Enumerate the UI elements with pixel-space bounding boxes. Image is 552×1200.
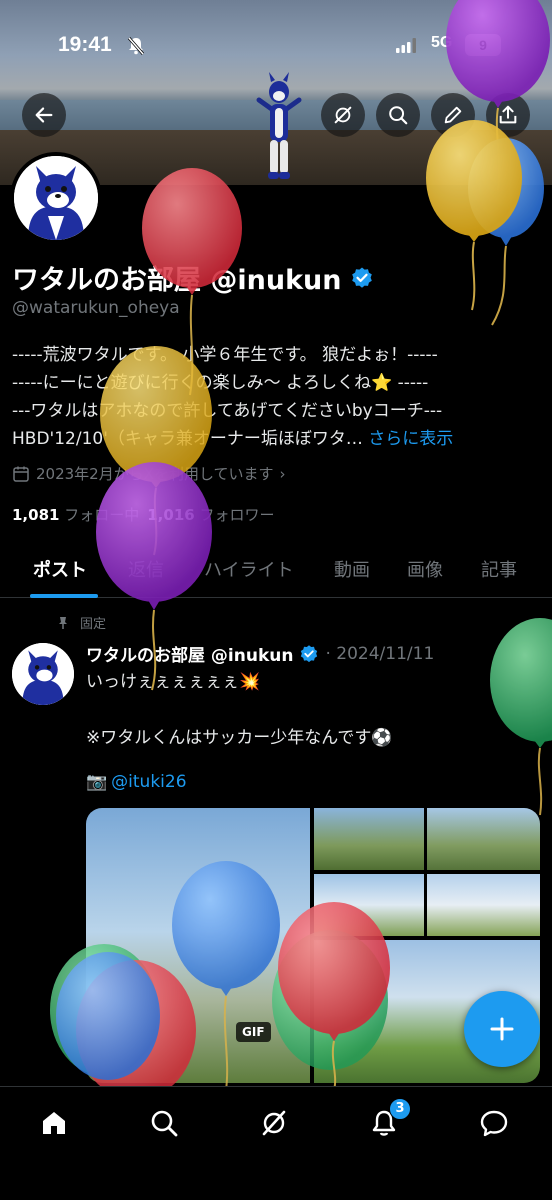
nav-explore[interactable] bbox=[144, 1103, 184, 1143]
post-author-name[interactable]: ワタルのお部屋 @inukun bbox=[86, 641, 293, 666]
grok-icon bbox=[334, 106, 352, 124]
share-icon bbox=[499, 105, 517, 124]
chevron-right-icon[interactable]: › bbox=[280, 465, 286, 483]
following-label: フォロー中 bbox=[64, 506, 140, 524]
followers-link[interactable]: 1,016 フォロワー bbox=[147, 504, 274, 525]
network-type: 5G bbox=[431, 34, 453, 51]
post-verified-icon bbox=[301, 644, 318, 662]
following-count: 1,081 bbox=[12, 506, 60, 524]
joined-date: 2023年2月からXを利用しています › bbox=[12, 463, 286, 484]
profile-handle: @watarukun_oheya bbox=[12, 298, 180, 318]
following-link[interactable]: 1,081 フォロー中 bbox=[12, 504, 139, 525]
calendar-icon bbox=[13, 466, 29, 482]
tab-articles[interactable]: 記事 bbox=[481, 556, 517, 582]
pinned-label: 固定 bbox=[56, 613, 106, 632]
edit-icon bbox=[444, 106, 462, 124]
post-header: ワタルのお部屋 @inukun · 2024/11/11 bbox=[86, 641, 434, 667]
tab-replies[interactable]: 返信 bbox=[128, 556, 164, 582]
back-arrow-icon bbox=[35, 107, 53, 123]
profile-avatar[interactable] bbox=[10, 152, 102, 244]
battery-indicator: 9 bbox=[465, 34, 501, 56]
plus-icon bbox=[490, 1017, 514, 1041]
explore-icon bbox=[151, 1110, 178, 1137]
nav-messages[interactable] bbox=[474, 1103, 514, 1143]
banner-mascot-figure bbox=[256, 72, 302, 179]
media-photo-5[interactable] bbox=[427, 874, 540, 936]
search-button[interactable] bbox=[376, 93, 420, 137]
tab-videos[interactable]: 動画 bbox=[334, 556, 370, 582]
active-tab-indicator bbox=[30, 594, 98, 598]
nav-home[interactable] bbox=[34, 1103, 74, 1143]
avatar-wolf-image bbox=[14, 156, 98, 240]
post-date[interactable]: · 2024/11/11 bbox=[325, 644, 434, 664]
notifications-badge: 3 bbox=[389, 1098, 411, 1120]
profile-name-text: ワタルのお部屋 @inukun bbox=[12, 265, 342, 296]
tab-highlights[interactable]: ハイライト bbox=[204, 556, 294, 582]
pin-icon bbox=[59, 616, 67, 629]
status-time: 19:41 bbox=[58, 33, 112, 56]
share-button[interactable] bbox=[486, 93, 530, 137]
camera-emoji: 📷 bbox=[86, 772, 108, 792]
cellular-signal-icon bbox=[396, 38, 416, 53]
profile-banner[interactable] bbox=[0, 0, 552, 185]
media-photo-4[interactable] bbox=[314, 874, 424, 936]
pinned-text: 固定 bbox=[80, 617, 107, 632]
tab-images[interactable]: 画像 bbox=[407, 556, 443, 582]
compose-post-button[interactable] bbox=[464, 991, 540, 1067]
followers-count: 1,016 bbox=[147, 506, 195, 524]
mention-link[interactable]: @ituki26 bbox=[111, 772, 186, 792]
tab-posts[interactable]: ポスト bbox=[33, 556, 87, 582]
media-photo-2[interactable] bbox=[314, 808, 424, 870]
bottom-navigation bbox=[0, 1086, 552, 1200]
edit-profile-button[interactable] bbox=[431, 93, 475, 137]
grok-button[interactable] bbox=[321, 93, 365, 137]
profile-tabs: ポスト 返信 ハイライト 動画 画像 記事 bbox=[0, 546, 552, 598]
profile-name: ワタルのお部屋 @inukun bbox=[12, 258, 374, 297]
messages-icon bbox=[480, 1110, 508, 1137]
joined-text: 2023年2月からXを利用しています bbox=[36, 465, 274, 483]
media-photo-1[interactable] bbox=[86, 808, 310, 1083]
media-photo-3[interactable] bbox=[427, 808, 540, 870]
post-avatar-wolf-image bbox=[12, 643, 74, 705]
back-button[interactable] bbox=[22, 93, 66, 137]
show-more-link[interactable]: さらに表示 bbox=[363, 429, 453, 449]
gif-badge: GIF bbox=[236, 1022, 271, 1042]
post-text: いっけぇぇぇぇぇぇ💥 ※ワタルくんはサッカー少年なんです⚽️ bbox=[86, 672, 393, 748]
grok-nav-icon bbox=[262, 1110, 286, 1136]
follow-counts: 1,081 フォロー中 1,016 フォロワー bbox=[12, 504, 275, 525]
profile-bio: -----荒波ワタルです。 小学６年生です。 狼だよぉ！----- -----に… bbox=[12, 341, 542, 453]
mute-bell-icon bbox=[127, 37, 145, 55]
post-author-avatar[interactable] bbox=[12, 643, 74, 705]
nav-grok[interactable] bbox=[254, 1103, 294, 1143]
post-credit: 📷 @ituki26 bbox=[86, 772, 187, 792]
verified-icon[interactable] bbox=[350, 266, 374, 290]
search-icon bbox=[389, 106, 408, 125]
followers-label: フォロワー bbox=[199, 506, 275, 524]
home-icon bbox=[43, 1112, 65, 1134]
status-bar: 19:41 5G 9 bbox=[0, 30, 552, 64]
